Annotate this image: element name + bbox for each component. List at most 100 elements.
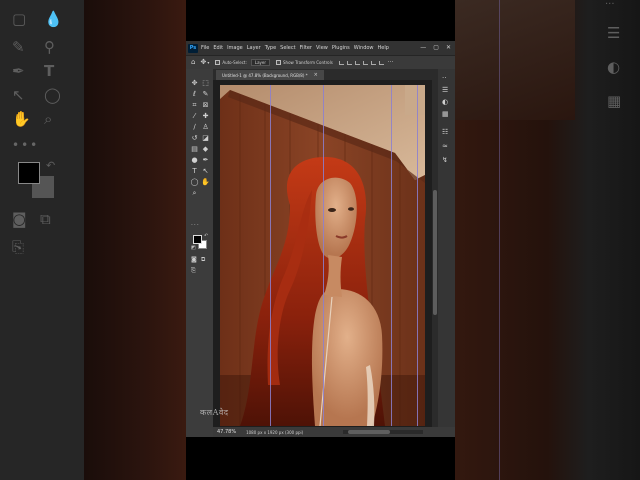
backdrop-select-icon: ↖	[12, 86, 25, 104]
zoom-tool-icon[interactable]: ⌕	[190, 189, 199, 198]
type-tool-icon[interactable]: T	[190, 167, 199, 176]
backdrop-swap-icon: ↶	[46, 159, 56, 172]
vertical-guide-3[interactable]	[391, 85, 392, 426]
libraries-panel-icon[interactable]: ▦	[442, 111, 449, 118]
more-options-button[interactable]: ···	[388, 59, 394, 66]
horizontal-scroll-thumb[interactable]	[348, 430, 390, 434]
maximize-button[interactable]: ▢	[433, 45, 439, 51]
menu-select[interactable]: Select	[280, 45, 295, 51]
align-bottom-icon[interactable]	[378, 60, 384, 65]
backdrop-panel-icon-2: ◐	[607, 58, 621, 76]
menu-edit[interactable]: Edit	[213, 45, 223, 51]
backdrop-type-icon: T	[44, 62, 55, 80]
move-tool-icon[interactable]: ✥	[190, 79, 199, 88]
screen-mode-icon[interactable]: ⧉	[201, 256, 205, 264]
show-transform-checkbox[interactable]	[276, 60, 281, 65]
backdrop-wall	[455, 0, 575, 120]
vertical-guide-4[interactable]	[417, 85, 418, 426]
zoom-level[interactable]: 47.78%	[217, 429, 236, 435]
menu-image[interactable]: Image	[227, 45, 243, 51]
horizontal-scrollbar[interactable]	[343, 430, 423, 434]
backdrop-shape-icon: ◯	[44, 86, 61, 104]
gradient-tool-icon[interactable]: ▤	[190, 145, 199, 154]
quick-select-tool-icon[interactable]: ✎	[201, 90, 210, 99]
more-panels-icon[interactable]: ··	[442, 75, 446, 82]
backdrop-toolbar: ▢ 💧 ✎ ⚲ ✒ T ↖ ◯ ✋ ⌕ ••• ↶ ◙ ⧉ ⎘	[0, 0, 84, 480]
vertical-guide-1[interactable]	[270, 85, 271, 426]
align-center-icon[interactable]	[346, 60, 352, 65]
backdrop-panel-icon-1: ☰	[607, 24, 621, 42]
crop-tool-icon[interactable]: ⌗	[190, 101, 199, 110]
properties-panel-icon[interactable]: ☷	[442, 129, 448, 136]
healing-brush-icon[interactable]: ✚	[201, 112, 210, 121]
vertical-scroll-thumb[interactable]	[433, 190, 437, 315]
quick-mask-icon[interactable]: ◙	[191, 256, 197, 263]
export-icon[interactable]: ⎘	[191, 267, 196, 275]
backdrop-pen-icon: ✒	[12, 62, 25, 80]
dodge-tool-icon[interactable]: ●	[190, 156, 199, 165]
align-right-icon[interactable]	[354, 60, 360, 65]
auto-select-checkbox[interactable]	[215, 60, 221, 65]
backdrop-brush-icon: ✎	[12, 38, 25, 56]
backdrop-left: ▢ 💧 ✎ ⚲ ✒ T ↖ ◯ ✋ ⌕ ••• ↶ ◙ ⧉ ⎘	[0, 0, 186, 480]
adjustments-panel-icon[interactable]: ◐	[442, 99, 448, 106]
backdrop-photo-left	[84, 0, 186, 480]
history-brush-icon[interactable]: ↺	[190, 134, 199, 143]
foreground-color-swatch[interactable]	[193, 235, 202, 244]
menu-window[interactable]: Window	[354, 45, 374, 51]
backdrop-zoom-icon: ⌕	[44, 110, 53, 128]
align-middle-icon[interactable]	[370, 60, 376, 65]
path-select-icon[interactable]: ↖	[201, 167, 210, 176]
menu-help[interactable]: Help	[378, 45, 389, 51]
lasso-tool-icon[interactable]: ℓ	[190, 90, 199, 99]
history-panel-icon[interactable]: ↯	[442, 157, 448, 164]
chevron-down-icon[interactable]: ▾	[207, 60, 209, 65]
minimize-button[interactable]: —	[420, 45, 426, 51]
brush-panel-icon[interactable]: ≈	[442, 143, 448, 150]
layers-panel-icon[interactable]: ☰	[442, 87, 448, 94]
backdrop-right: ··· ☰ ◐ ▦	[455, 0, 640, 480]
menu-layer[interactable]: Layer	[247, 45, 261, 51]
stamp-tool-icon[interactable]: ♙	[201, 123, 210, 132]
menu-type[interactable]: Type	[265, 45, 276, 51]
menu-filter[interactable]: Filter	[300, 45, 312, 51]
eraser-tool-icon[interactable]: ◪	[201, 134, 210, 143]
swap-colors-icon[interactable]: ↶	[204, 233, 208, 239]
menu-view[interactable]: View	[316, 45, 328, 51]
marquee-tool-icon[interactable]: ⬚	[201, 79, 210, 88]
window-controls: — ▢ ✕	[420, 45, 451, 51]
home-icon[interactable]: ⌂	[191, 59, 195, 66]
menu-file[interactable]: File	[201, 45, 209, 51]
backdrop-dodge-icon: ⚲	[44, 38, 55, 56]
menu-plugins[interactable]: Plugins	[332, 45, 350, 51]
close-tab-icon[interactable]: ×	[314, 72, 318, 78]
canvas-photo[interactable]	[220, 85, 425, 426]
pen-tool-icon[interactable]: ✒	[201, 156, 210, 165]
status-bar: 47.78% 1080 px x 1920 px (300 ppi)	[213, 427, 455, 437]
eyedropper-tool-icon[interactable]: ⁄	[190, 112, 199, 121]
backdrop-mask-icon: ◙	[12, 210, 27, 228]
hand-tool-icon[interactable]: ✋	[201, 178, 210, 187]
align-left-icon[interactable]	[338, 60, 344, 65]
blur-tool-icon[interactable]: ◆	[201, 145, 210, 154]
backdrop-drop-icon: 💧	[44, 10, 63, 28]
vertical-guide-2[interactable]	[323, 85, 324, 426]
close-button[interactable]: ✕	[446, 45, 451, 51]
default-colors-icon[interactable]: ◩	[191, 245, 196, 251]
move-tool-icon[interactable]: ✥	[200, 59, 206, 66]
align-top-icon[interactable]	[362, 60, 368, 65]
options-bar: ⌂ ✥ ▾ Auto-Select: Layer Show Transform …	[186, 55, 455, 69]
backdrop-export-icon: ⎘	[12, 238, 25, 256]
frame-tool-icon[interactable]: ⊠	[201, 101, 210, 110]
brush-tool-icon[interactable]: ∕	[190, 123, 199, 132]
shape-tool-icon[interactable]: ◯	[190, 178, 199, 187]
more-tools-icon[interactable]: ···	[191, 222, 200, 229]
document-tab-label: Untitled-1 @ 47.8% (Background, RGB/8) *	[222, 72, 308, 78]
canvas-area[interactable]	[213, 80, 434, 427]
auto-select-label: Auto-Select:	[222, 60, 247, 65]
tools-grid: ✥ ⬚ ℓ ✎ ⌗ ⊠ ⁄ ✚ ∕ ♙ ↺ ◪ ▤ ◆ ● ✒ T ↖ ◯ ✋ ⌕	[190, 79, 212, 198]
backdrop-hand-icon: ✋	[12, 110, 31, 128]
document-tab[interactable]: Untitled-1 @ 47.8% (Background, RGB/8) *…	[216, 70, 324, 80]
photoshop-window: Ps File Edit Image Layer Type Select Fil…	[186, 41, 455, 437]
auto-select-dropdown[interactable]: Layer	[250, 59, 270, 66]
